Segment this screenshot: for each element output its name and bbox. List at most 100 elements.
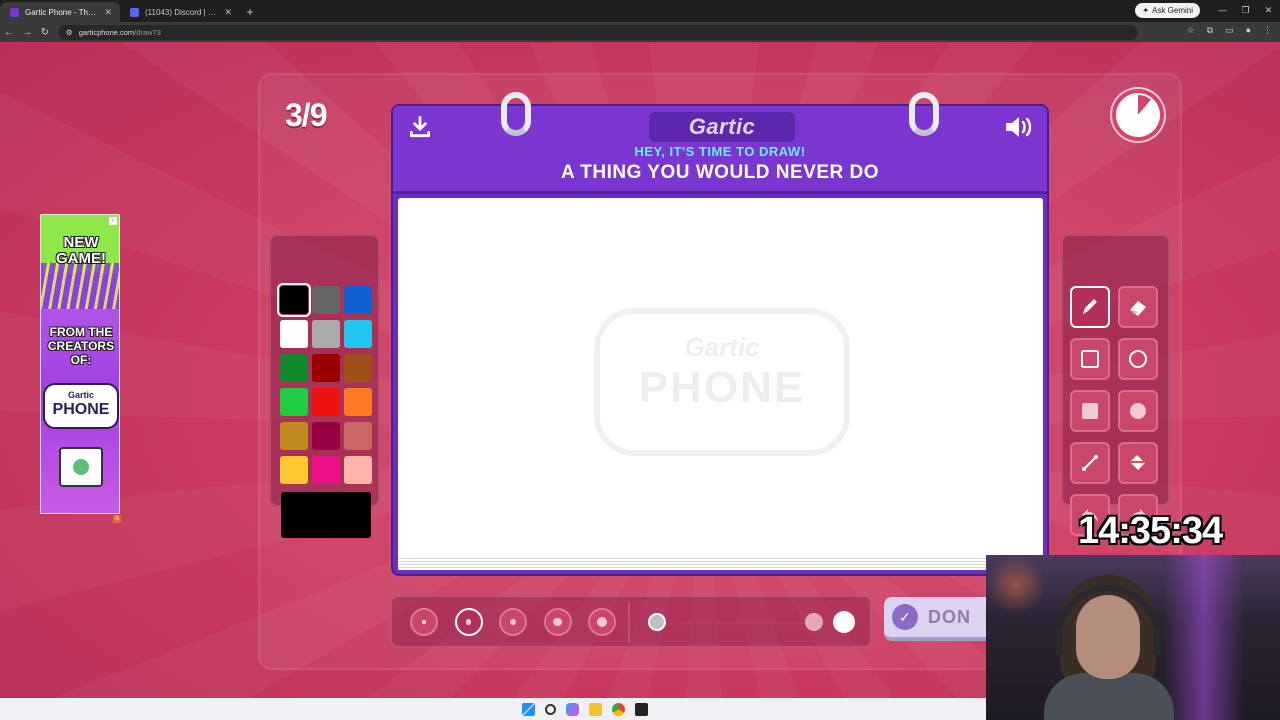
current-color-preview — [281, 492, 371, 538]
ad-logo-bottom: PHONE — [52, 401, 110, 418]
restore-icon[interactable]: ❐ — [1234, 0, 1257, 20]
webcam-person-body — [1044, 673, 1174, 720]
ask-gemini-button[interactable]: ✦ Ask Gemini — [1135, 3, 1200, 18]
drawing-canvas[interactable]: Gartic PHONE — [398, 198, 1043, 570]
back-icon[interactable]: ← — [0, 27, 18, 38]
tab-title: (11043) Discord | @TOXEY — [145, 7, 218, 17]
brush-controls — [390, 595, 872, 648]
color-swatch[interactable] — [280, 456, 308, 484]
ad-gartic-phone-logo: Gartic PHONE — [43, 383, 119, 429]
obs-app-icon[interactable] — [635, 702, 648, 716]
fill-bucket-icon — [1130, 455, 1145, 470]
brush-size-button[interactable] — [588, 608, 616, 636]
download-icon[interactable] — [407, 114, 433, 140]
windows-start-icon[interactable] — [522, 702, 535, 716]
advertisement-banner[interactable]: NEW GAME! FROM THE CREATORS OF: Gartic P… — [40, 214, 120, 514]
site-info-icon[interactable]: ⚙ — [66, 28, 73, 37]
ellipse-fill-tool-button[interactable] — [1118, 390, 1158, 432]
color-swatch[interactable] — [312, 286, 340, 314]
url-path: /draw73 — [134, 27, 161, 37]
color-swatch[interactable] — [312, 422, 340, 450]
color-swatch[interactable] — [312, 320, 340, 348]
search-icon[interactable] — [545, 703, 556, 715]
copilot-icon[interactable] — [566, 702, 579, 716]
fill-bucket-tool-button[interactable] — [1118, 442, 1158, 484]
browser-tab-discord[interactable]: (11043) Discord | @TOXEY ✕ — [120, 2, 240, 22]
rectangle-outline-tool-button[interactable] — [1070, 338, 1110, 380]
color-swatch[interactable] — [280, 354, 308, 382]
opacity-min-icon[interactable] — [648, 613, 666, 631]
watermark-top: Gartic — [684, 332, 760, 362]
close-tab-icon[interactable]: ✕ — [104, 7, 112, 18]
brush-size-dot — [422, 620, 426, 624]
eraser-tool-button[interactable] — [1118, 286, 1158, 328]
brush-size-dot — [553, 617, 562, 627]
ellipse-fill-icon — [1130, 403, 1146, 419]
color-swatch[interactable] — [344, 456, 372, 484]
webcam-light-left — [986, 555, 1046, 615]
color-swatch[interactable] — [280, 388, 308, 416]
url-field[interactable]: ⚙ garticphone.com/draw73 — [58, 24, 1138, 40]
ad-logo-top: Gartic — [67, 390, 94, 400]
address-bar-row: ← → ↻ ⚙ garticphone.com/draw73 ☆ ⧉ ▭ ● ⋮ — [0, 22, 1280, 42]
brush-size-button[interactable] — [410, 608, 438, 636]
paper-edge-lines — [398, 556, 1043, 570]
brush-size-button[interactable] — [454, 608, 483, 636]
extensions-icon[interactable]: ⧉ — [1207, 25, 1213, 36]
pencil-tool-button[interactable] — [1070, 286, 1110, 328]
window-controls: — ❐ ✕ — [1211, 0, 1280, 20]
binder-ring-right — [909, 92, 939, 136]
bookmark-star-icon[interactable]: ☆ — [1187, 25, 1195, 36]
color-swatch[interactable] — [280, 320, 308, 348]
rectangle-fill-tool-button[interactable] — [1070, 390, 1110, 432]
close-window-icon[interactable]: ✕ — [1257, 0, 1280, 20]
color-swatch[interactable] — [344, 320, 372, 348]
gemini-sparkle-icon: ✦ — [1142, 6, 1150, 15]
color-swatch[interactable] — [277, 283, 311, 317]
color-swatch[interactable] — [344, 388, 372, 416]
ellipse-outline-tool-button[interactable] — [1118, 338, 1158, 380]
color-swatch[interactable] — [344, 422, 372, 450]
round-counter: 3/9 — [285, 97, 327, 133]
done-label: DON — [928, 606, 971, 627]
browser-tab-gartic[interactable]: Gartic Phone - The Telephone G ✕ — [0, 2, 120, 22]
opacity-slider-track[interactable] — [680, 621, 820, 624]
reload-icon[interactable]: ↻ — [36, 27, 54, 38]
brush-size-button[interactable] — [499, 608, 527, 636]
color-swatch[interactable] — [312, 388, 340, 416]
rectangle-fill-icon — [1082, 403, 1098, 419]
tab-title: Gartic Phone - The Telephone G — [25, 7, 99, 17]
rectangle-outline-icon — [1081, 350, 1099, 368]
menu-dots-icon[interactable]: ⋮ — [1263, 25, 1272, 36]
ad-info-icon[interactable]: i — [109, 217, 117, 225]
color-palette — [269, 234, 380, 538]
opacity-slider-handle[interactable] — [805, 613, 823, 631]
new-tab-button[interactable]: + — [240, 2, 260, 22]
color-swatch[interactable] — [280, 422, 308, 450]
color-swatch[interactable] — [344, 354, 372, 382]
forward-icon[interactable]: → — [18, 27, 36, 38]
color-swatch[interactable] — [312, 456, 340, 484]
brush-size-button[interactable] — [543, 608, 572, 636]
opacity-max-icon[interactable] — [833, 611, 855, 633]
ad-spikes — [41, 263, 119, 309]
brush-size-dot — [465, 619, 472, 625]
minimize-icon[interactable]: — — [1211, 0, 1234, 20]
line-tool-button[interactable] — [1070, 442, 1110, 484]
brush-size-dot — [597, 617, 607, 627]
sound-icon[interactable] — [1003, 114, 1033, 140]
color-swatch[interactable] — [312, 354, 340, 382]
close-tab-icon[interactable]: ✕ — [224, 7, 232, 18]
discord-favicon-icon — [130, 7, 139, 17]
line-icon — [1082, 455, 1098, 471]
prompt-label: HEY, IT'S TIME TO DRAW! — [634, 144, 806, 159]
color-swatch[interactable] — [344, 286, 372, 314]
stream-clock: 14:35:34 — [1078, 510, 1223, 552]
chrome-icon[interactable] — [612, 702, 625, 716]
profile-avatar-icon[interactable]: ● — [1246, 25, 1251, 36]
sidebar-icon[interactable]: ▭ — [1225, 25, 1234, 36]
round-timer-icon — [1112, 89, 1164, 141]
file-explorer-icon[interactable] — [589, 702, 602, 716]
ad-choices-icon[interactable]: A — [113, 515, 121, 523]
prompt-text: A THING YOU WOULD NEVER DO — [560, 162, 880, 183]
